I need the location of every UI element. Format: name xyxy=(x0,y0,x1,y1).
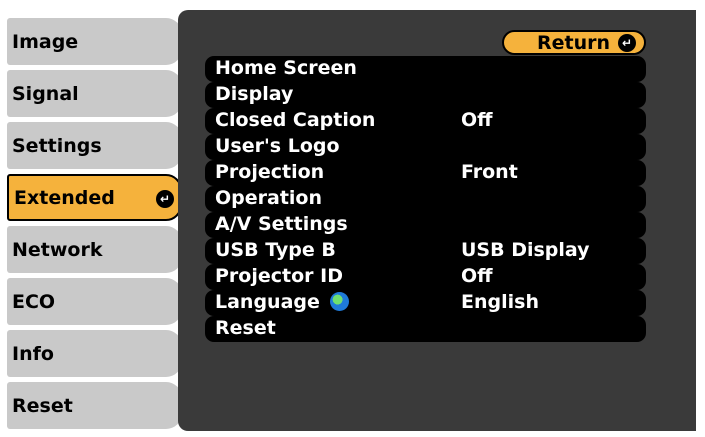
menu-item-value: English xyxy=(461,291,539,313)
menu-item-value: USB Display xyxy=(461,239,590,261)
tab-label: Extended xyxy=(14,186,115,209)
menu-item-usb-type-b[interactable]: USB Type B USB Display xyxy=(205,238,646,264)
menu-item-value: Front xyxy=(461,161,518,183)
menu-item-language[interactable]: Language English xyxy=(205,290,646,316)
tab-info[interactable]: Info xyxy=(7,330,182,377)
tab-label: Signal xyxy=(12,82,79,105)
projector-menu-screen: Image Signal Settings Extended ↵ Network… xyxy=(0,0,705,437)
globe-icon xyxy=(329,292,349,311)
menu-item-home-screen[interactable]: Home Screen xyxy=(205,56,646,82)
tab-label: Reset xyxy=(12,394,73,417)
menu-item-label: A/V Settings xyxy=(215,213,348,235)
menu-item-label: Closed Caption xyxy=(215,109,376,131)
menu-tabs: Image Signal Settings Extended ↵ Network… xyxy=(7,18,182,429)
menu-item-users-logo[interactable]: User's Logo xyxy=(205,134,646,160)
tab-settings[interactable]: Settings xyxy=(7,122,182,169)
menu-item-projector-id[interactable]: Projector ID Off xyxy=(205,264,646,290)
tab-label: Info xyxy=(12,342,54,365)
menu-item-label: Language xyxy=(215,291,320,313)
tab-label: ECO xyxy=(12,290,56,313)
menu-item-label: Display xyxy=(215,83,294,105)
tab-extended[interactable]: Extended ↵ xyxy=(7,174,182,221)
tab-eco[interactable]: ECO xyxy=(7,278,182,325)
return-button[interactable]: Return ↵ xyxy=(502,30,646,55)
tab-image[interactable]: Image xyxy=(7,18,182,65)
menu-item-label: Reset xyxy=(215,317,276,339)
return-label: Return xyxy=(536,31,610,54)
menu-item-label-wrap: Language xyxy=(215,291,349,313)
tab-reset[interactable]: Reset xyxy=(7,382,182,429)
enter-icon: ↵ xyxy=(618,33,636,52)
tab-label: Image xyxy=(12,30,79,53)
extended-menu-list: Home Screen Display Closed Caption Off U… xyxy=(205,56,646,342)
menu-item-av-settings[interactable]: A/V Settings xyxy=(205,212,646,238)
tab-label: Settings xyxy=(12,134,102,157)
enter-icon: ↵ xyxy=(156,190,174,208)
menu-item-display[interactable]: Display xyxy=(205,82,646,108)
menu-item-reset[interactable]: Reset xyxy=(205,316,646,342)
tab-network[interactable]: Network xyxy=(7,226,182,273)
menu-item-label: Home Screen xyxy=(215,57,357,79)
menu-item-label: USB Type B xyxy=(215,239,336,261)
menu-item-operation[interactable]: Operation xyxy=(205,186,646,212)
menu-item-label: Operation xyxy=(215,187,323,209)
tab-signal[interactable]: Signal xyxy=(7,70,182,117)
menu-item-label: Projector ID xyxy=(215,265,343,287)
tab-label: Network xyxy=(12,238,103,261)
menu-item-label: Projection xyxy=(215,161,325,183)
menu-item-value: Off xyxy=(461,265,493,287)
menu-item-value: Off xyxy=(461,109,493,131)
menu-item-projection[interactable]: Projection Front xyxy=(205,160,646,186)
menu-item-label: User's Logo xyxy=(215,135,340,157)
menu-item-closed-caption[interactable]: Closed Caption Off xyxy=(205,108,646,134)
